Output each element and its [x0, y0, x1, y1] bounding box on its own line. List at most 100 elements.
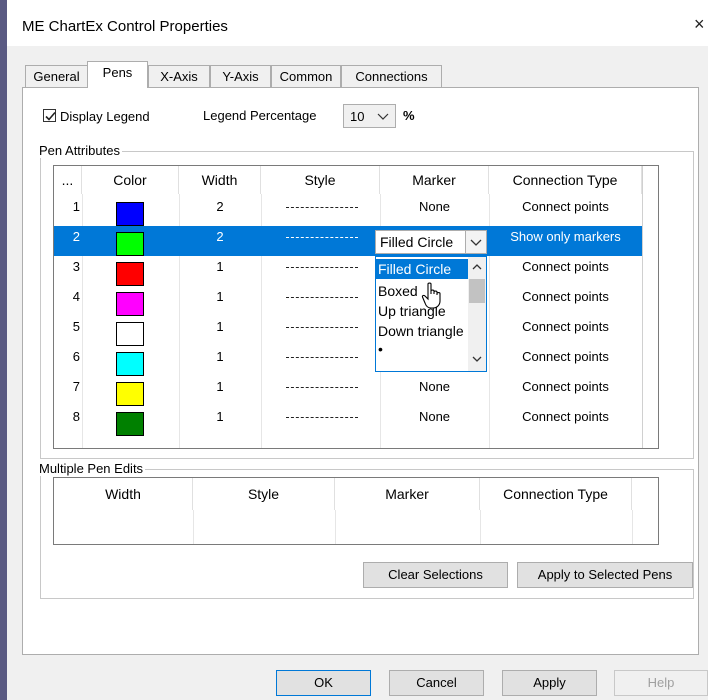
col-header-connection-type[interactable]: Connection Type — [489, 166, 642, 194]
pen-style-line — [286, 417, 358, 418]
marker-dropdown-list[interactable]: Filled Circle Boxed Up triangle Down tri… — [375, 256, 487, 372]
marker-combo[interactable]: Filled Circle — [375, 230, 487, 254]
col-header-width[interactable]: Width — [179, 166, 261, 194]
tab-pens[interactable]: Pens — [87, 61, 148, 88]
ok-button[interactable]: OK — [276, 670, 371, 696]
pen-marker: None — [418, 379, 451, 394]
chevron-down-icon — [470, 239, 482, 246]
pen-color-swatch[interactable] — [116, 262, 144, 286]
col-header-marker[interactable]: Marker — [380, 166, 489, 194]
dropdown-option[interactable]: Down triangle — [376, 321, 468, 341]
legend-percentage-label: Legend Percentage — [203, 108, 317, 123]
col-header-color[interactable]: Color — [82, 166, 179, 194]
pen-number: 1 — [72, 199, 80, 214]
scroll-down-icon[interactable] — [470, 353, 484, 365]
pen-color-swatch[interactable] — [116, 232, 144, 256]
scrollbar-thumb[interactable] — [469, 279, 485, 303]
dropdown-scrollbar[interactable] — [468, 257, 486, 371]
pen-color-swatch[interactable] — [116, 382, 144, 406]
pen-attributes-grid: ... Color Width Style Marker Connection … — [53, 165, 659, 449]
pen-width: 1 — [216, 289, 224, 304]
pen-connection-type: Connect points — [522, 319, 609, 334]
pen-color-swatch[interactable] — [116, 352, 144, 376]
pen-style-line — [286, 267, 358, 268]
close-icon[interactable]: × — [694, 14, 705, 35]
pen-style-line — [286, 297, 358, 298]
legend-percentage-value: 10 — [350, 109, 365, 124]
grid-line — [193, 510, 194, 544]
pen-marker: None — [418, 199, 451, 214]
checkmark-icon — [45, 111, 56, 121]
pen-width: 2 — [216, 229, 224, 244]
table-row[interactable]: 7 1 None Connect points — [54, 376, 642, 406]
marker-combo-value: Filled Circle — [380, 234, 454, 250]
pen-connection-type: Show only markers — [510, 229, 621, 244]
pen-number: 6 — [72, 349, 80, 364]
scroll-up-icon[interactable] — [470, 261, 484, 273]
pen-connection-type: Connect points — [522, 349, 609, 364]
table-row[interactable]: 1 2 None Connect points — [54, 196, 642, 226]
pen-attributes-title: Pen Attributes — [37, 143, 122, 158]
pen-style-line — [286, 207, 358, 208]
pen-connection-type: Connect points — [522, 409, 609, 424]
tab-x-axis[interactable]: X-Axis — [148, 65, 210, 87]
dropdown-option[interactable]: • — [376, 343, 468, 363]
apply-button[interactable]: Apply — [502, 670, 597, 696]
pen-number: 5 — [72, 319, 80, 334]
tab-common[interactable]: Common — [271, 65, 341, 87]
pen-style-line — [286, 327, 358, 328]
pen-number: 8 — [72, 409, 80, 424]
help-button[interactable]: Help — [614, 670, 708, 696]
col-header-number[interactable]: ... — [54, 166, 82, 194]
pen-style-line — [286, 357, 358, 358]
table-row[interactable]: 2 2 Show only markers — [54, 226, 642, 256]
col-header-style[interactable]: Style — [193, 478, 335, 510]
multiple-pen-edits-title: Multiple Pen Edits — [37, 461, 146, 476]
window-frame-edge — [0, 0, 7, 700]
cancel-button[interactable]: Cancel — [389, 670, 484, 696]
pen-number: 4 — [72, 289, 80, 304]
table-row[interactable]: 5 1 Connect points — [54, 316, 642, 346]
dropdown-option[interactable]: Filled Circle — [376, 259, 468, 279]
chevron-down-icon — [377, 109, 389, 126]
pen-width: 1 — [216, 379, 224, 394]
pen-connection-type: Connect points — [522, 259, 609, 274]
pen-number: 3 — [72, 259, 80, 274]
grid-line — [480, 510, 481, 544]
legend-percentage-select[interactable]: 10 — [343, 104, 396, 128]
grid-line — [335, 510, 336, 544]
table-row[interactable]: 8 1 None Connect points — [54, 406, 642, 436]
display-legend-checkbox[interactable] — [43, 109, 56, 122]
clear-selections-button[interactable]: Clear Selections — [363, 562, 508, 588]
apply-to-selected-pens-button[interactable]: Apply to Selected Pens — [517, 562, 693, 588]
pen-number: 7 — [72, 379, 80, 394]
pen-color-swatch[interactable] — [116, 292, 144, 316]
pen-number: 2 — [72, 229, 80, 244]
table-row[interactable]: 4 1 Connect points — [54, 286, 642, 316]
col-header-marker[interactable]: Marker — [335, 478, 480, 510]
pen-style-line — [286, 237, 358, 238]
tab-y-axis[interactable]: Y-Axis — [210, 65, 271, 87]
pen-width: 1 — [216, 349, 224, 364]
display-legend-label: Display Legend — [60, 109, 150, 124]
pen-color-swatch[interactable] — [116, 202, 144, 226]
tab-general[interactable]: General — [25, 65, 88, 87]
pen-color-swatch[interactable] — [116, 412, 144, 436]
pen-style-line — [286, 387, 358, 388]
tab-connections[interactable]: Connections — [341, 65, 442, 87]
pen-marker: None — [418, 409, 451, 424]
col-header-width[interactable]: Width — [54, 478, 193, 510]
pen-color-swatch[interactable] — [116, 322, 144, 346]
pen-width: 2 — [216, 199, 224, 214]
table-row[interactable]: 6 1 Connect points — [54, 346, 642, 376]
pen-width: 1 — [216, 319, 224, 334]
table-row[interactable]: 3 1 Connect points — [54, 256, 642, 286]
col-header-style[interactable]: Style — [261, 166, 380, 194]
col-header-connection-type[interactable]: Connection Type — [480, 478, 632, 510]
pen-connection-type: Connect points — [522, 379, 609, 394]
percent-sign: % — [403, 108, 415, 123]
window-title: ME ChartEx Control Properties — [22, 18, 228, 35]
marker-combo-dropdown-button[interactable] — [465, 231, 486, 253]
pen-connection-type: Connect points — [522, 289, 609, 304]
hand-cursor-icon — [421, 282, 441, 309]
